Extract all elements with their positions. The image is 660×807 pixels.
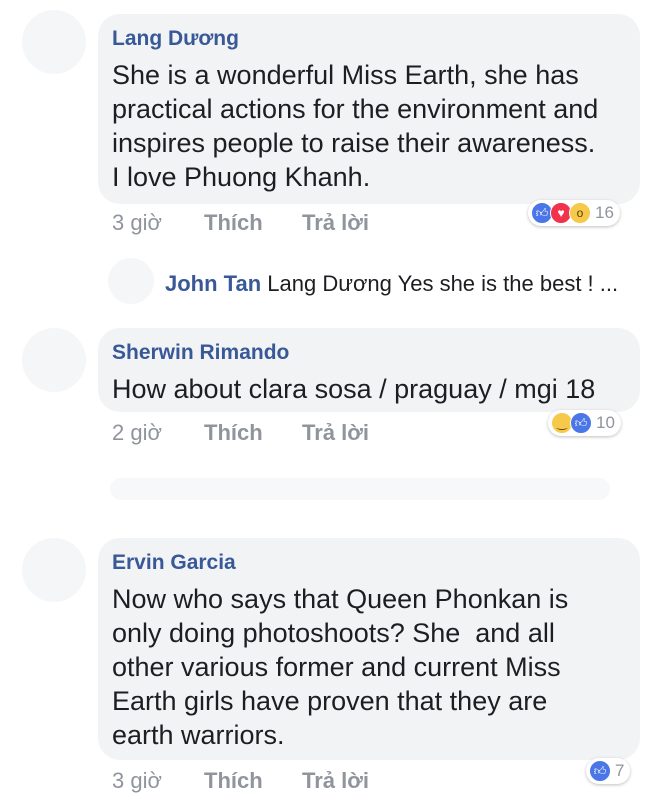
comment-line: Earth girls have proven that they are (112, 686, 548, 716)
comment-line: How about clara sosa / praguay / mgi 18 (112, 374, 596, 404)
like-button[interactable]: Thích (204, 210, 263, 236)
reactions-summary[interactable]: 👍︎ ♥ o 16 (528, 200, 620, 226)
avatar[interactable] (22, 10, 86, 74)
placeholder-row (110, 478, 610, 500)
like-button[interactable]: Thích (204, 768, 263, 794)
comment-author[interactable]: Ervin Garcia (112, 550, 626, 576)
comment-actions: 3 giờ Thích Trả lời (112, 768, 412, 796)
like-button[interactable]: Thích (204, 420, 263, 446)
reactions-summary[interactable]: 👍︎ 7 (586, 758, 631, 784)
comment-timestamp[interactable]: 2 giờ (112, 420, 162, 446)
reply-author[interactable]: John Tan (165, 271, 261, 296)
comment-line: practical actions for the environment an… (112, 94, 599, 124)
comment-text: Now who says that Queen Phonkan is only … (112, 582, 626, 752)
reaction-count: 16 (595, 203, 614, 222)
comment-line: Now who says that Queen Phonkan is (112, 584, 569, 614)
comment-bubble: Sherwin Rimando How about clara sosa / p… (98, 328, 640, 412)
comment-author[interactable]: Lang Dương (112, 26, 626, 52)
comment-actions: 2 giờ Thích Trả lời (112, 420, 412, 448)
comment-text: How about clara sosa / praguay / mgi 18 (112, 372, 626, 406)
avatar[interactable] (22, 538, 86, 602)
comment-author[interactable]: Sherwin Rimando (112, 340, 626, 366)
comment-line: I love Phuong Khanh. (112, 162, 371, 192)
comment-timestamp[interactable]: 3 giờ (112, 210, 162, 236)
reply-preview[interactable]: John Tan Lang Dương Yes she is the best … (165, 271, 618, 297)
avatar[interactable] (22, 328, 86, 392)
comment-bubble: Lang Dương She is a wonderful Miss Earth… (98, 14, 640, 204)
comment-actions: 3 giờ Thích Trả lời (112, 210, 412, 238)
comment-line: other various former and current Miss (112, 652, 561, 682)
comment-bubble: Ervin Garcia Now who says that Queen Pho… (98, 538, 640, 760)
reply-button[interactable]: Trả lời (302, 420, 369, 446)
comment-text: She is a wonderful Miss Earth, she has p… (112, 58, 626, 194)
wow-icon: o (569, 202, 591, 224)
comment-line: only doing photoshoots? She and all (112, 618, 555, 648)
comment-timestamp[interactable]: 3 giờ (112, 768, 162, 794)
reply-text: Lang Dương Yes she is the best ! ... (267, 271, 619, 296)
reply-button[interactable]: Trả lời (302, 768, 369, 794)
reactions-summary[interactable]: ‿ 👍︎ 10 (548, 410, 621, 436)
comment-line: earth warriors. (112, 720, 285, 750)
reply-button[interactable]: Trả lời (302, 210, 369, 236)
comment-line: She is a wonderful Miss Earth, she has (112, 60, 579, 90)
reaction-count: 10 (596, 413, 615, 432)
avatar[interactable] (108, 258, 154, 304)
comment-line: inspires people to raise their awareness… (112, 128, 596, 158)
like-icon: 👍︎ (589, 760, 611, 782)
like-icon: 👍︎ (570, 412, 592, 434)
reaction-count: 7 (615, 761, 625, 780)
